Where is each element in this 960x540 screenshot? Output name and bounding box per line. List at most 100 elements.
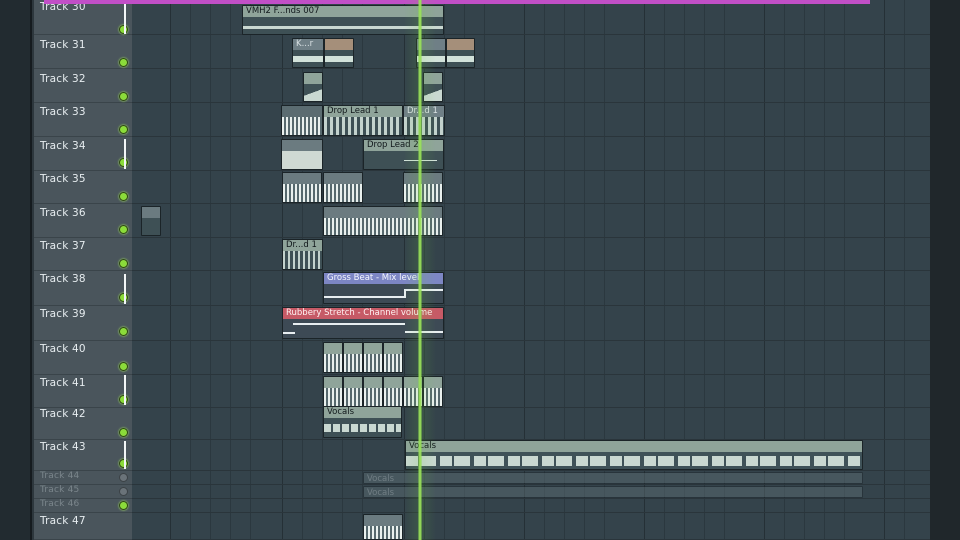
track-header-39[interactable]: Track 39 [34, 306, 132, 341]
lane[interactable] [132, 499, 930, 513]
pattern-clip[interactable] [281, 139, 323, 170]
mute-led[interactable] [119, 473, 128, 482]
track-header-36[interactable]: Track 36 [34, 204, 132, 238]
clip-title: Drop Lead 1 [324, 106, 402, 117]
lane[interactable] [132, 204, 930, 238]
audio-clip[interactable]: Vocals [405, 440, 863, 470]
pattern-clip[interactable] [343, 342, 363, 373]
pattern-clip[interactable]: Dr...d 1 [282, 239, 323, 270]
track-select-mark [124, 4, 126, 34]
lane[interactable] [132, 408, 930, 440]
lane[interactable] [132, 513, 930, 540]
track-select-mark [124, 274, 126, 304]
pattern-clip[interactable] [383, 342, 403, 373]
mute-led[interactable] [119, 225, 128, 234]
track-header-40[interactable]: Track 40 [34, 341, 132, 375]
lane[interactable] [132, 375, 930, 408]
clip-title: Dr...d 1 [283, 240, 322, 251]
track-header-30[interactable]: Track 30 [34, 0, 132, 35]
audio-clip[interactable]: Vocals [363, 486, 863, 498]
pattern-clip[interactable] [282, 172, 322, 203]
track-name: Track 40 [40, 343, 86, 355]
audio-clip[interactable] [303, 72, 323, 102]
clip-title [304, 73, 322, 84]
selection-range-bar[interactable] [44, 0, 870, 4]
left-toolbar-strip [0, 0, 32, 540]
lane[interactable] [132, 35, 930, 69]
track-header-44[interactable]: Track 44 [34, 471, 132, 485]
track-name: Track 37 [40, 240, 86, 252]
mute-led[interactable] [119, 428, 128, 437]
track-name: Track 44 [40, 471, 80, 481]
audio-clip[interactable]: K...r [292, 38, 324, 68]
playhead[interactable] [418, 0, 422, 540]
pattern-clip[interactable] [323, 376, 343, 407]
clip-title: K...r [293, 39, 323, 50]
track-name: Track 41 [40, 377, 86, 389]
lane[interactable] [132, 271, 930, 306]
track-header-47[interactable]: Track 47 [34, 513, 132, 540]
pattern-clip[interactable] [323, 342, 343, 373]
mute-led[interactable] [119, 259, 128, 268]
audio-clip[interactable] [324, 38, 354, 68]
pattern-clip[interactable] [281, 105, 323, 136]
clip-title [447, 39, 474, 50]
track-header-35[interactable]: Track 35 [34, 171, 132, 204]
mute-led[interactable] [119, 58, 128, 67]
mute-led[interactable] [119, 327, 128, 336]
track-header-37[interactable]: Track 37 [34, 238, 132, 271]
mute-led[interactable] [119, 192, 128, 201]
lane[interactable] [132, 238, 930, 271]
track-header-41[interactable]: Track 41 [34, 375, 132, 408]
track-name: Track 43 [40, 441, 86, 453]
lane[interactable] [132, 103, 930, 137]
pattern-clip[interactable] [343, 376, 363, 407]
audio-clip[interactable] [446, 38, 475, 68]
track-header-43[interactable]: Track 43 [34, 440, 132, 471]
track-header-42[interactable]: Track 42 [34, 408, 132, 440]
track-name: Track 36 [40, 207, 86, 219]
track-name: Track 31 [40, 39, 86, 51]
track-name: Track 39 [40, 308, 86, 320]
clip-title [325, 39, 353, 50]
track-name: Track 33 [40, 106, 86, 118]
pattern-clip[interactable] [141, 206, 161, 236]
track-header-32[interactable]: Track 32 [34, 69, 132, 103]
track-header-33[interactable]: Track 33 [34, 103, 132, 137]
track-name: Track 42 [40, 408, 86, 420]
lane[interactable] [132, 137, 930, 171]
mute-led[interactable] [119, 362, 128, 371]
lane[interactable] [132, 341, 930, 375]
mute-led[interactable] [119, 125, 128, 134]
audio-clip[interactable]: Vocals [363, 472, 863, 484]
track-name: Track 34 [40, 140, 86, 152]
audio-clip[interactable]: Vocals [323, 406, 402, 438]
mute-led[interactable] [119, 487, 128, 496]
pattern-clip[interactable] [363, 514, 403, 540]
track-header-45[interactable]: Track 45 [34, 485, 132, 499]
track-name: Track 47 [40, 515, 86, 527]
track-name: Track 32 [40, 73, 86, 85]
pattern-clip[interactable] [363, 342, 383, 373]
lane[interactable] [132, 69, 930, 103]
pattern-clip[interactable]: Drop Lead 1 [323, 105, 403, 136]
track-name: Track 46 [40, 499, 80, 509]
mute-led[interactable] [119, 92, 128, 101]
mute-led[interactable] [119, 501, 128, 510]
track-header-46[interactable]: Track 46 [34, 499, 132, 513]
playlist-area[interactable]: VMH2 F...nds 007 K...r Drop Lead 1 Dr...… [132, 0, 930, 540]
pattern-clip[interactable] [363, 376, 383, 407]
track-header-34[interactable]: Track 34 [34, 137, 132, 171]
track-select-mark [124, 375, 126, 405]
lane[interactable] [132, 171, 930, 204]
track-name: Track 35 [40, 173, 86, 185]
track-select-mark [124, 441, 126, 469]
lane[interactable] [132, 306, 930, 341]
clip-title: Vocals [324, 407, 401, 418]
pattern-clip[interactable] [383, 376, 403, 407]
track-header-31[interactable]: Track 31 [34, 35, 132, 69]
pattern-clip[interactable] [323, 172, 363, 203]
track-header-38[interactable]: Track 38 [34, 271, 132, 306]
right-scrollbar[interactable] [930, 0, 960, 540]
clip-title: Vocals [406, 441, 862, 452]
